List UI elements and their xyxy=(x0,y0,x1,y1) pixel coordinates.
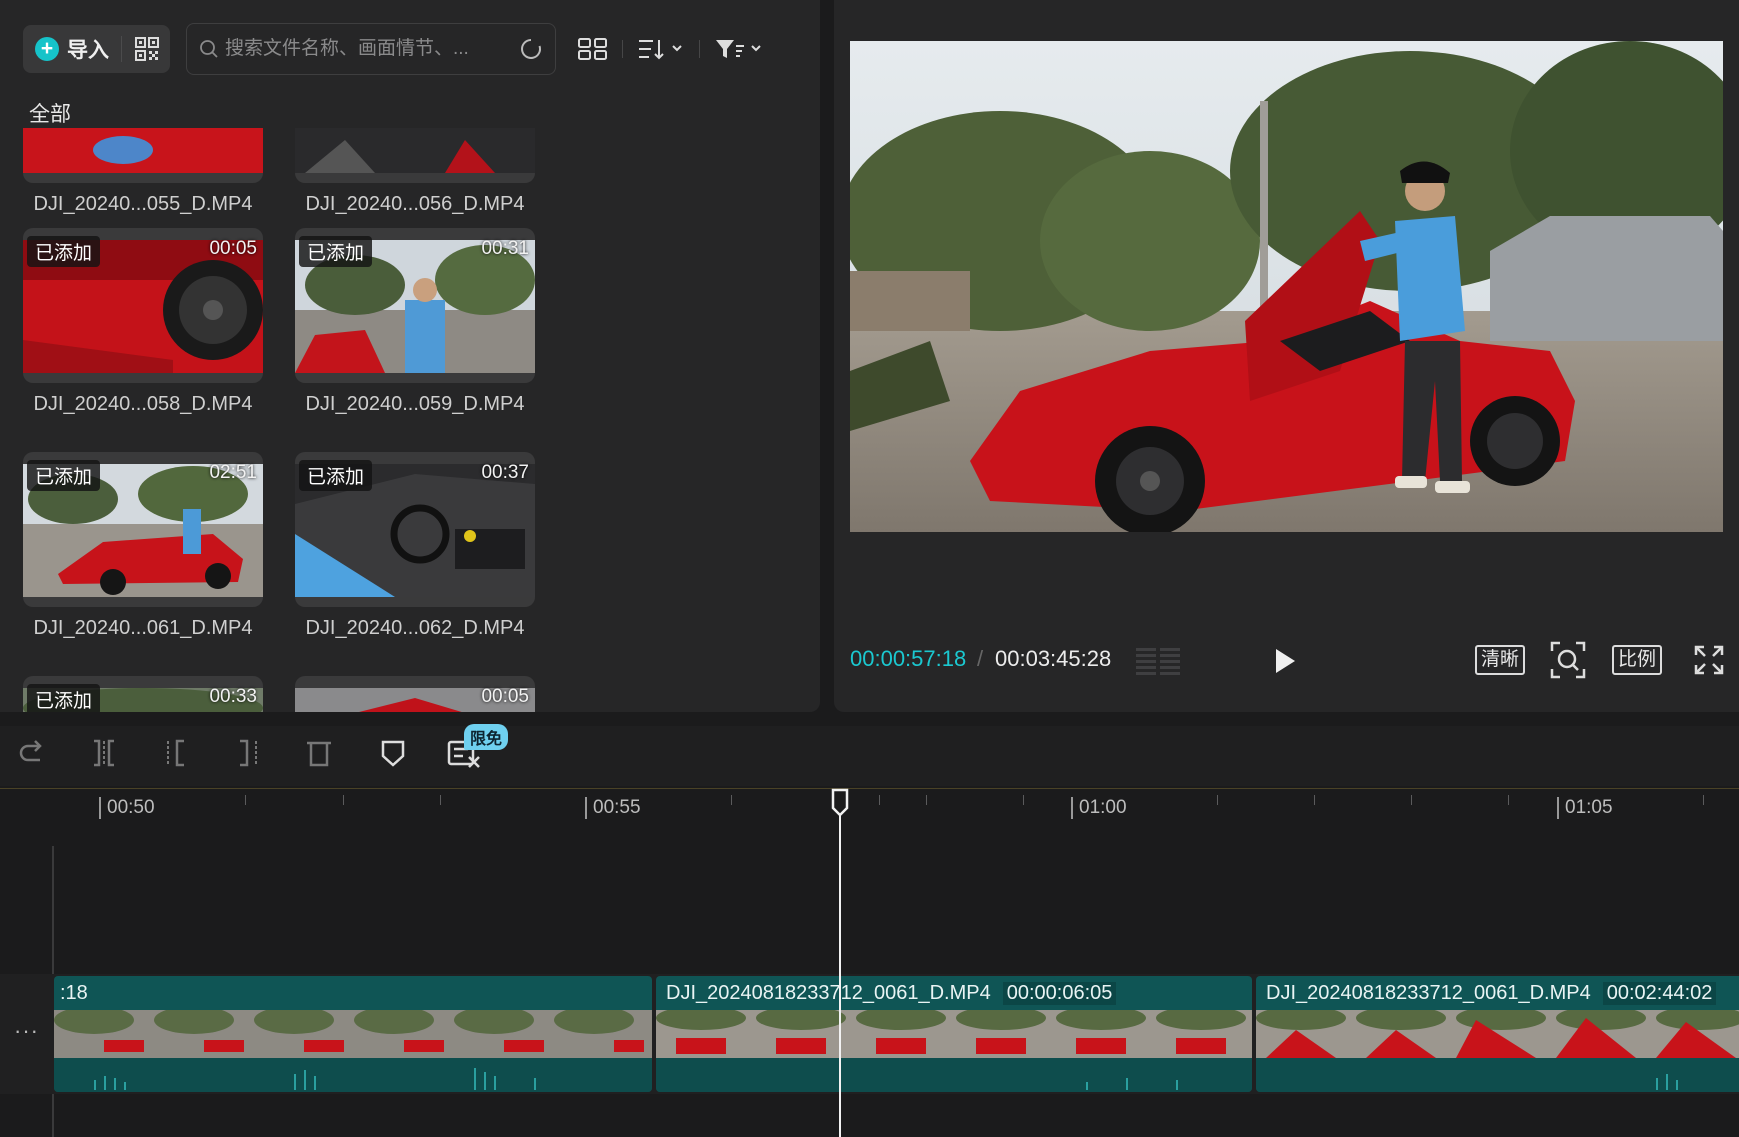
clip-duration: 00:02:44:02 xyxy=(1602,981,1717,1005)
media-grid: DJI_20240...055_D.MP4 DJI_20240...056_D.… xyxy=(0,128,820,712)
fullscreen-icon[interactable] xyxy=(1694,645,1724,675)
clip-thumbnails xyxy=(54,1010,652,1058)
sort-icon[interactable] xyxy=(637,37,685,61)
media-thumbnail: 已添加 00:37 xyxy=(295,452,535,607)
media-card[interactable]: DJI_20240...055_D.MP4 xyxy=(23,128,263,216)
more-icon[interactable]: ··· xyxy=(14,1018,39,1044)
audio-level-icon xyxy=(1136,648,1180,675)
video-preview[interactable] xyxy=(850,41,1723,532)
media-duration: 00:33 xyxy=(209,686,257,707)
media-toolbar: + 导入 xyxy=(23,23,764,75)
added-badge: 已添加 xyxy=(27,684,101,712)
time-ruler[interactable]: 00:50 00:55 01:00 01:05 xyxy=(0,788,1739,828)
added-badge: 已添加 xyxy=(299,236,373,267)
media-duration: 00:37 xyxy=(481,462,529,483)
media-card[interactable]: 已添加 00:05 DJI_20240...058_D.MP4 xyxy=(23,228,263,416)
import-group: + 导入 xyxy=(23,25,170,73)
media-duration: 02:51 xyxy=(209,462,257,483)
media-thumbnail xyxy=(295,128,535,183)
preview-panel: 00:00:57:18 / 00:03:45:28 清晰 比例 xyxy=(834,0,1739,712)
media-card[interactable]: 已添加 02:51 DJI_20240...061_D.MP4 xyxy=(23,452,263,640)
clip-header: DJI_20240818233712_0061_D.MP4 00:00:06:0… xyxy=(656,976,1117,1010)
media-filename: DJI_20240...056_D.MP4 xyxy=(305,193,525,215)
clip-thumbnails xyxy=(656,1010,1252,1058)
grid-view-icon[interactable] xyxy=(578,37,608,61)
clip-duration: 00:00:06:05 xyxy=(1002,981,1117,1005)
import-label: 导入 xyxy=(67,39,109,62)
media-thumbnail: 已添加 00:33 xyxy=(23,676,263,712)
media-filename: DJI_20240...059_D.MP4 xyxy=(305,393,525,415)
media-filename: DJI_20240...055_D.MP4 xyxy=(33,193,253,215)
timeline-clip[interactable]: DJI_20240818233712_0061_D.MP4 00:02:44:0… xyxy=(1256,976,1739,1092)
redo-icon[interactable] xyxy=(18,738,46,768)
clip-header: :18 xyxy=(54,976,92,1010)
clip-audio-wave xyxy=(54,1058,652,1092)
search-input[interactable] xyxy=(225,38,519,60)
timeline-clip[interactable]: DJI_20240818233712_0061_D.MP4 00:00:06:0… xyxy=(656,976,1252,1092)
aspect-ratio-button[interactable]: 比例 xyxy=(1612,645,1663,675)
media-thumbnail: 00:05 xyxy=(295,676,535,712)
ruler-label: 00:55 xyxy=(585,797,641,819)
play-icon[interactable] xyxy=(1272,646,1298,676)
ruler-label: 01:00 xyxy=(1071,797,1127,819)
media-duration: 00:31 xyxy=(481,238,529,259)
search-box xyxy=(186,23,556,75)
plus-icon: + xyxy=(35,37,59,61)
media-duration: 00:05 xyxy=(481,686,529,707)
shield-icon[interactable] xyxy=(380,738,406,768)
media-card[interactable]: 00:05 xyxy=(295,676,535,712)
media-duration: 00:05 xyxy=(209,238,257,259)
trim-right-icon[interactable] xyxy=(234,738,262,768)
media-filename: DJI_20240...061_D.MP4 xyxy=(33,617,253,639)
timeline-toolbar xyxy=(0,726,1739,786)
media-filename: DJI_20240...058_D.MP4 xyxy=(33,393,253,415)
toolbar-divider xyxy=(622,40,623,58)
quality-button[interactable]: 清晰 xyxy=(1475,645,1526,675)
media-card[interactable]: 已添加 00:33 xyxy=(23,676,263,712)
playhead-line xyxy=(839,790,841,1137)
ruler-label: 00:50 xyxy=(99,797,155,819)
total-time: 00:03:45:28 xyxy=(995,646,1112,671)
media-thumbnail: 已添加 00:05 xyxy=(23,228,263,383)
clip-audio-wave xyxy=(656,1058,1252,1092)
media-thumbnail: 已添加 00:31 xyxy=(295,228,535,383)
media-filename: DJI_20240...062_D.MP4 xyxy=(305,617,525,639)
clip-title: DJI_20240818233712_0061_D.MP4 xyxy=(662,981,995,1005)
ruler-label: 01:05 xyxy=(1557,797,1613,819)
clip-thumbnails xyxy=(1256,1010,1739,1058)
refresh-icon[interactable] xyxy=(519,37,543,61)
clip-title: DJI_20240818233712_0061_D.MP4 xyxy=(1262,981,1595,1005)
clip-audio-wave xyxy=(1256,1058,1739,1092)
delete-icon[interactable] xyxy=(305,738,333,768)
toolbar-divider xyxy=(699,40,700,58)
media-thumbnail xyxy=(23,128,263,183)
media-card[interactable]: 已添加 00:31 DJI_20240...059_D.MP4 xyxy=(295,228,535,416)
free-badge: 限免 xyxy=(464,724,509,750)
media-panel: + 导入 搜索文件名称、画面情节、... 全部 DJI_20240...055_… xyxy=(0,0,820,712)
import-button[interactable]: + 导入 xyxy=(35,36,122,62)
clip-header: DJI_20240818233712_0061_D.MP4 00:02:44:0… xyxy=(1256,976,1717,1010)
clip-title: :18 xyxy=(60,981,92,1005)
qr-code-icon[interactable] xyxy=(134,36,160,62)
playhead-handle[interactable] xyxy=(830,788,850,818)
current-time: 00:00:57:18 xyxy=(850,646,967,671)
added-badge: 已添加 xyxy=(27,460,101,491)
media-card[interactable]: DJI_20240...056_D.MP4 xyxy=(295,128,535,216)
media-card[interactable]: 已添加 00:37 DJI_20240...062_D.MP4 xyxy=(295,452,535,640)
time-separator: / xyxy=(977,646,984,671)
track-area: ··· :18 DJI_20240818233712_0061_D.MP4 00… xyxy=(0,828,1739,1137)
zoom-fit-icon[interactable] xyxy=(1550,641,1586,679)
media-thumbnail: 已添加 02:51 xyxy=(23,452,263,607)
video-editor-window: + 导入 搜索文件名称、画面情节、... 全部 DJI_20240...055_… xyxy=(0,0,1739,1137)
filter-icon[interactable] xyxy=(714,37,764,61)
timeline-clip[interactable]: :18 xyxy=(54,976,652,1092)
trim-left-icon[interactable] xyxy=(162,738,190,768)
search-icon xyxy=(200,40,218,58)
section-label-all: 全部 xyxy=(29,103,71,126)
split-icon[interactable] xyxy=(90,738,118,768)
added-badge: 已添加 xyxy=(27,236,101,267)
added-badge: 已添加 xyxy=(299,460,373,491)
